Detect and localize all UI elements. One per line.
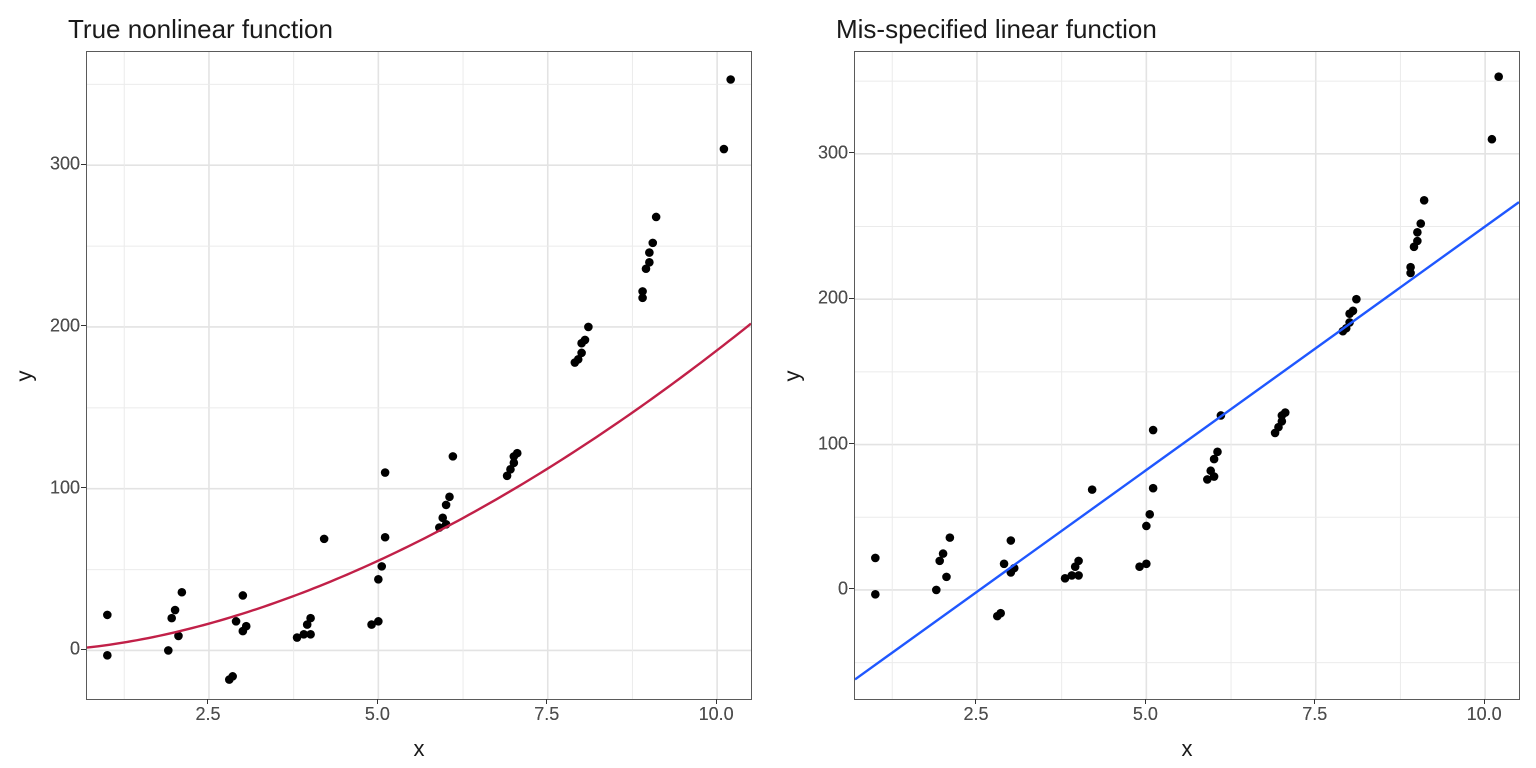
plot-area-left	[86, 51, 752, 700]
figure-wrap: True nonlinear function y 01002003000100…	[0, 0, 1536, 768]
x-axis-left: x 2.55.07.510.02.55.07.510.0	[86, 700, 752, 764]
y-axis-right: 01002003000100200300	[806, 51, 854, 700]
ylabel-right: y	[779, 370, 805, 381]
y-axis-left: 01002003000100200300	[38, 51, 86, 700]
xlabel-left: x	[414, 736, 425, 762]
xlabel-right: x	[1182, 736, 1193, 762]
panel-title-right: Mis-specified linear function	[836, 14, 1526, 45]
panel-left: True nonlinear function y 01002003000100…	[0, 0, 768, 768]
panel-title-left: True nonlinear function	[68, 14, 758, 45]
ylabel-left: y	[11, 370, 37, 381]
plot-area-right	[854, 51, 1520, 700]
panel-right: Mis-specified linear function y 01002003…	[768, 0, 1536, 768]
x-axis-right: x 2.55.07.510.02.55.07.510.0	[854, 700, 1520, 764]
